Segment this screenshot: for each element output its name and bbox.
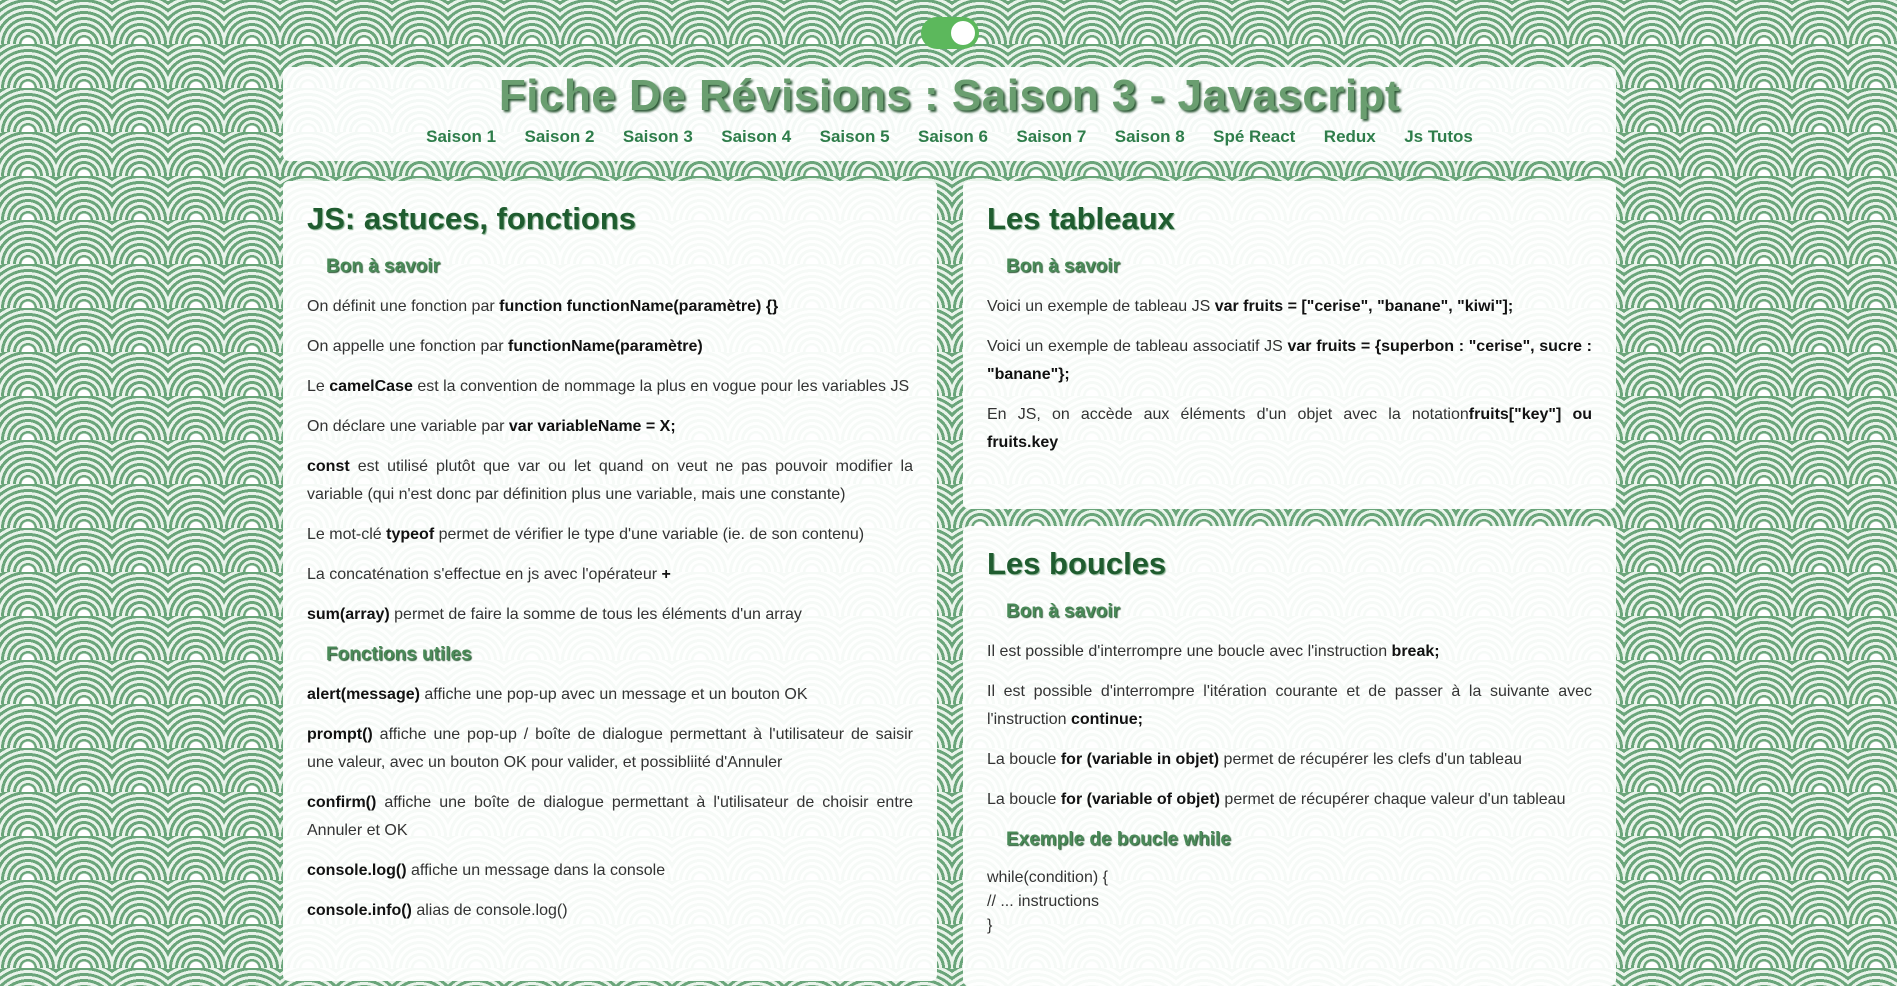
text: affiche un message dans la console [406, 862, 666, 879]
tip-paragraph: La boucle for (variable of objet) permet… [987, 786, 1592, 814]
card-boucles: Les boucles Bon à savoir Il est possible… [963, 526, 1616, 986]
text: On définit une fonction par [307, 298, 500, 315]
code-keyword: alert(message) [307, 686, 420, 703]
text: On déclare une variable par [307, 418, 509, 435]
text: La boucle [987, 791, 1061, 808]
text: affiche une pop-up / boîte de dialogue p… [307, 726, 913, 771]
code-keyword: function functionName(paramètre) {} [499, 298, 779, 315]
text: permet de vérifier le type d'une variabl… [434, 526, 865, 543]
code-keyword: const [307, 458, 350, 475]
section-heading: Bon à savoir [1006, 256, 1121, 277]
nav-link-saison-8[interactable]: Saison 8 [1115, 127, 1185, 147]
code-keyword: console.log() [307, 862, 407, 879]
code-keyword: var variableName = X; [508, 418, 676, 435]
tip-paragraph: console.info() alias de console.log() [307, 897, 913, 925]
tip-paragraph: On appelle une fonction par functionName… [307, 333, 913, 361]
text: Le [307, 378, 330, 395]
text: affiche une pop-up avec un message et un… [419, 686, 808, 703]
code-keyword: console.info() [307, 902, 412, 919]
nav-link-saison-7[interactable]: Saison 7 [1016, 127, 1086, 147]
card-tableaux: Les tableaux Bon à savoir Voici un exemp… [963, 181, 1616, 509]
nav-link-saison-1[interactable]: Saison 1 [426, 127, 496, 147]
text: alias de console.log() [411, 902, 568, 919]
code-keyword: continue; [1070, 711, 1143, 728]
tip-paragraph: alert(message) affiche une pop-up avec u… [307, 681, 913, 709]
code-keyword: confirm() [307, 794, 377, 811]
season-nav: Saison 1 Saison 2 Saison 3 Saison 4 Sais… [283, 127, 1616, 147]
text: est utilisé plutôt que var ou let quand … [307, 458, 913, 503]
code-line: } [987, 917, 993, 934]
nav-link-spe-react[interactable]: Spé React [1213, 127, 1295, 147]
tip-paragraph: On définit une fonction par function fun… [307, 293, 913, 321]
code-keyword: var fruits = ["cerise", "banane", "kiwi"… [1214, 298, 1514, 315]
text: On appelle une fonction par [307, 338, 509, 355]
nav-link-saison-6[interactable]: Saison 6 [918, 127, 988, 147]
tip-paragraph: La boucle for (variable in objet) permet… [987, 746, 1592, 774]
tip-paragraph: const est utilisé plutôt que var ou let … [307, 453, 913, 509]
code-keyword: typeof [386, 526, 435, 543]
text: Le mot-clé [307, 526, 387, 543]
tip-paragraph: Il est possible d'interrompre une boucle… [987, 638, 1592, 666]
nav-link-saison-2[interactable]: Saison 2 [525, 127, 595, 147]
section-heading: Bon à savoir [326, 256, 441, 277]
code-keyword: + [661, 566, 671, 583]
nav-link-js-tutos[interactable]: Js Tutos [1404, 127, 1473, 147]
tip-paragraph: On déclare une variable par var variable… [307, 413, 913, 441]
tip-paragraph: La concaténation s'effectue en js avec l… [307, 561, 913, 589]
tip-paragraph: sum(array) permet de faire la somme de t… [307, 601, 913, 629]
tip-paragraph: Le camelCase est la convention de nommag… [307, 373, 913, 401]
tip-paragraph: prompt() affiche une pop-up / boîte de d… [307, 721, 913, 777]
text: permet de récupérer chaque valeur d'un t… [1219, 791, 1566, 808]
card-title: JS: astuces, fonctions [307, 201, 637, 236]
text: En JS, on accède aux éléments d'un objet… [987, 406, 1469, 423]
nav-link-saison-4[interactable]: Saison 4 [721, 127, 791, 147]
card-title: Les tableaux [987, 201, 1175, 236]
code-keyword: camelCase [329, 378, 413, 395]
code-keyword: for (variable in objet) [1060, 751, 1220, 768]
card-title: Les boucles [987, 546, 1167, 581]
toggle-knob [951, 21, 975, 45]
code-keyword: functionName(paramètre) [508, 338, 703, 355]
tip-paragraph: En JS, on accède aux éléments d'un objet… [987, 401, 1592, 457]
text: Voici un exemple de tableau JS [987, 298, 1215, 315]
tip-paragraph: Le mot-clé typeof permet de vérifier le … [307, 521, 913, 549]
text: permet de faire la somme de tous les élé… [389, 606, 802, 623]
text: permet de récupérer les clefs d'un table… [1219, 751, 1522, 768]
page-title: Fiche De Révisions : Saison 3 - Javascri… [498, 71, 1401, 120]
code-line: // ... instructions [987, 893, 1100, 910]
tip-paragraph: console.log() affiche un message dans la… [307, 857, 913, 885]
tip-paragraph: Voici un exemple de tableau associatif J… [987, 333, 1592, 389]
section-heading: Bon à savoir [1006, 601, 1121, 622]
tip-paragraph: Il est possible d'interrompre l'itératio… [987, 678, 1592, 734]
nav-link-redux[interactable]: Redux [1324, 127, 1376, 147]
nav-link-saison-5[interactable]: Saison 5 [820, 127, 890, 147]
code-keyword: for (variable of objet) [1060, 791, 1220, 808]
card-js-astuces: JS: astuces, fonctions Bon à savoir On d… [283, 181, 937, 981]
code-keyword: prompt() [307, 726, 373, 743]
tip-paragraph: Voici un exemple de tableau JS var fruit… [987, 293, 1592, 321]
text: La concaténation s'effectue en js avec l… [307, 566, 662, 583]
theme-toggle[interactable] [921, 17, 979, 49]
code-keyword: break; [1391, 643, 1440, 660]
nav-link-saison-3[interactable]: Saison 3 [623, 127, 693, 147]
text: Voici un exemple de tableau associatif J… [987, 338, 1288, 355]
code-line: while(condition) { [987, 869, 1108, 886]
tip-paragraph: confirm() affiche une boîte de dialogue … [307, 789, 913, 845]
code-keyword: sum(array) [307, 606, 390, 623]
page-header: Fiche De Révisions : Saison 3 - Javascri… [283, 67, 1616, 161]
text: Il est possible d'interrompre une boucle… [987, 643, 1392, 660]
section-heading: Fonctions utiles [326, 644, 472, 665]
text: affiche une boîte de dialogue permettant… [307, 794, 913, 839]
text: est la convention de nommage la plus en … [412, 378, 910, 395]
text: La boucle [987, 751, 1061, 768]
section-heading: Exemple de boucle while [1006, 829, 1231, 850]
